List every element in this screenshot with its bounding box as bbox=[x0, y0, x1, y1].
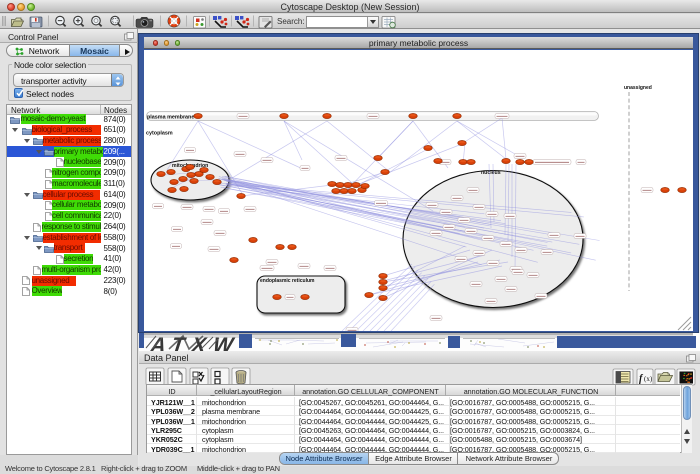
svg-text:(x): (x) bbox=[644, 375, 653, 383]
svg-text:endoplasmic reticulum: endoplasmic reticulum bbox=[260, 278, 315, 284]
svg-text:cytoplasm: cytoplasm bbox=[146, 131, 173, 137]
svg-text:unassigned: unassigned bbox=[624, 85, 652, 91]
svg-text:nucleus: nucleus bbox=[481, 170, 501, 176]
svg-text:plasma membrane: plasma membrane bbox=[147, 114, 194, 120]
